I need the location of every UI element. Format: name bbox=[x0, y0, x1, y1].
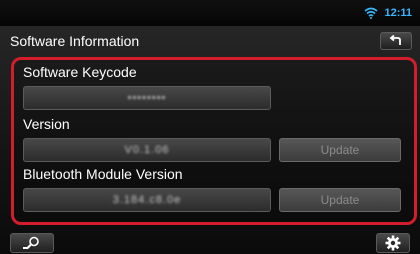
bottom-bar bbox=[0, 232, 420, 254]
version-update-button[interactable]: Update bbox=[279, 138, 401, 162]
software-keycode-value: •••••••• bbox=[127, 92, 167, 104]
bluetooth-version-field: 3.184.c8.0e bbox=[23, 188, 271, 212]
header: Software Information bbox=[0, 30, 420, 52]
info-panel: Software Keycode •••••••• Version V0.1.0… bbox=[11, 57, 417, 225]
screen: 12:11 Software Information Software Keyc… bbox=[0, 0, 420, 254]
back-button[interactable] bbox=[380, 32, 412, 50]
bluetooth-version-label: Bluetooth Module Version bbox=[23, 166, 183, 182]
bluetooth-update-button[interactable]: Update bbox=[279, 188, 401, 212]
clock: 12:11 bbox=[384, 7, 412, 19]
back-arrow-icon bbox=[389, 35, 401, 45]
version-field: V0.1.06 bbox=[23, 138, 271, 162]
version-value: V0.1.06 bbox=[124, 144, 170, 156]
gear-icon bbox=[385, 235, 401, 251]
status-bar: 12:11 bbox=[0, 0, 420, 26]
wifi-icon bbox=[364, 7, 378, 19]
search-button[interactable] bbox=[10, 233, 54, 253]
page-title: Software Information bbox=[10, 33, 140, 49]
software-keycode-label: Software Keycode bbox=[23, 64, 137, 80]
bluetooth-version-value: 3.184.c8.0e bbox=[112, 194, 182, 206]
settings-button[interactable] bbox=[376, 233, 410, 253]
search-icon bbox=[23, 236, 39, 250]
version-label: Version bbox=[23, 116, 70, 132]
software-keycode-field: •••••••• bbox=[23, 86, 271, 110]
